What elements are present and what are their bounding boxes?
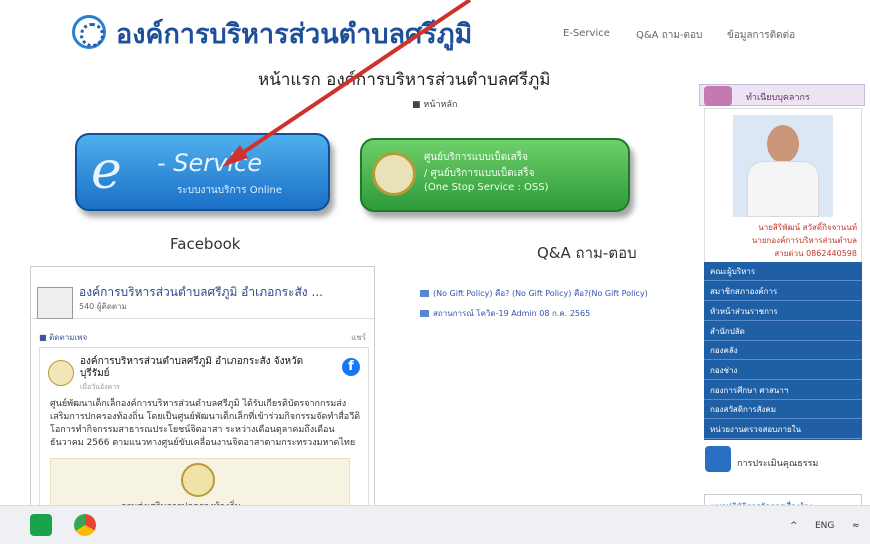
oss-line-1: ศูนย์บริการแบบเบ็ดเสร็จ	[424, 152, 528, 163]
nav-eservice[interactable]: E-Service	[563, 28, 610, 39]
page-title: หน้าแรก องค์การบริหารส่วนตำบลศรีภูมิ	[258, 70, 551, 90]
post-author[interactable]: องค์การบริหารส่วนตำบลศรีภูมิ อำเภอกระสัง…	[80, 356, 310, 380]
qa-item-text: สถานการณ์ โควิด-19 Admin 08 ก.ค. 2565	[433, 309, 591, 318]
post-body: ศูนย์พัฒนาเด็กเล็กองค์การบริหารส่วนตำบลศ…	[50, 399, 361, 448]
chat-icon	[420, 290, 429, 297]
executive-name: นายสิริพัฒน์ สวัสดิ์กิจจานนท์	[758, 223, 857, 232]
tray-chevron-icon[interactable]: ^	[790, 521, 798, 531]
person-uniform	[747, 161, 819, 217]
oss-button[interactable]: ศูนย์บริการแบบเบ็ดเสร็จ / ศูนย์บริการแบบ…	[360, 138, 630, 212]
post-time: เมื่อวันอังคาร	[80, 383, 120, 391]
facebook-share-button[interactable]: แชร์	[351, 331, 366, 344]
eservice-letter: e	[91, 141, 122, 201]
sidebar-item-audit[interactable]: หน่วยงานตรวจสอบภายใน	[704, 420, 862, 439]
computer-icon	[705, 446, 731, 472]
chat-app-icon[interactable]	[30, 514, 52, 536]
eservice-title: - Service	[157, 149, 262, 177]
oss-line-3: (One Stop Service : OSS)	[424, 182, 549, 193]
eservice-button[interactable]: e - Service ระบบงานบริการ Online	[75, 133, 330, 211]
integrity-evaluation-label: การประเมินคุณธรรม	[737, 459, 819, 469]
sidebar-item-education[interactable]: กองการศึกษา ศาสนาฯ	[704, 381, 862, 400]
sidebar-header: ทำเนียบบุคลากร	[699, 84, 865, 106]
facebook-follow-label: ติดตามเพจ	[49, 333, 88, 342]
site-logo-icon[interactable]	[72, 15, 106, 49]
facebook-post: องค์การบริหารส่วนตำบลศรีภูมิ อำเภอกระสัง…	[39, 347, 369, 513]
executive-phone: สายด่วน 0862440598	[774, 249, 857, 258]
sidebar-item-council[interactable]: สมาชิกสภาองค์การ	[704, 282, 862, 301]
executive-title: นายกองค์การบริหารส่วนตำบล	[751, 236, 857, 245]
sidebar-item-heads[interactable]: หัวหน้าส่วนราชการ	[704, 302, 862, 321]
qa-item[interactable]: (No Gift Policy) คือ? (No Gift Policy) ค…	[420, 287, 648, 300]
facebook-heading: Facebook	[170, 235, 241, 253]
nav-contact[interactable]: ข้อมูลการติดต่อ	[727, 28, 795, 43]
eservice-subtitle: ระบบงานบริการ Online	[177, 185, 282, 196]
emblem-icon	[181, 463, 215, 497]
taskbar: ^ ENG ≈	[0, 505, 870, 544]
person-head	[767, 125, 799, 163]
facebook-page-header[interactable]: องค์การบริหารส่วนตำบลศรีภูมิ อำเภอกระสัง…	[31, 267, 374, 319]
post-avatar[interactable]	[48, 360, 74, 386]
facebook-page-avatar[interactable]	[37, 287, 73, 319]
chat-icon	[420, 310, 429, 317]
facebook-logo-icon[interactable]: f	[342, 358, 360, 376]
sidebar-menu: คณะผู้บริหาร สมาชิกสภาองค์การ หัวหน้าส่ว…	[704, 262, 862, 440]
qa-item[interactable]: สถานการณ์ โควิด-19 Admin 08 ก.ค. 2565	[420, 307, 590, 320]
sidebar-item-executives[interactable]: คณะผู้บริหาร	[704, 262, 862, 281]
facebook-icon: ■	[39, 333, 47, 342]
sidebar-item-finance[interactable]: กองคลัง	[704, 341, 862, 360]
sidebar-item-engineering[interactable]: กองช่าง	[704, 361, 862, 380]
language-indicator[interactable]: ENG	[815, 521, 834, 531]
wifi-icon[interactable]: ≈	[852, 521, 860, 531]
integrity-evaluation-link[interactable]: การประเมินคุณธรรม	[699, 446, 865, 474]
sidebar-item-welfare[interactable]: กองสวัสดิการสังคม	[704, 400, 862, 419]
chrome-icon[interactable]	[74, 514, 96, 536]
breadcrumb[interactable]: ■ หน้าหลัก	[412, 97, 457, 111]
sidebar-item-office[interactable]: สำนักปลัด	[704, 322, 862, 341]
qa-heading: Q&A ถาม-ตอบ	[537, 244, 637, 262]
executive-photo[interactable]	[733, 115, 833, 217]
site-title[interactable]: องค์การบริหารส่วนตำบลศรีภูมิ	[116, 12, 472, 55]
site-header: องค์การบริหารส่วนตำบลศรีภูมิ E-Service Q…	[0, 0, 870, 62]
emblem-icon	[372, 152, 416, 196]
qa-item-text: (No Gift Policy) คือ? (No Gift Policy) ค…	[433, 289, 648, 298]
nav-qa[interactable]: Q&A ถาม-ตอบ	[636, 28, 702, 43]
oss-line-2: / ศูนย์บริการแบบเบ็ดเสร็จ	[424, 168, 535, 179]
sidebar-header-label: ทำเนียบบุคลากร	[746, 93, 810, 103]
home-icon: ■	[412, 100, 421, 110]
facebook-widget: องค์การบริหารส่วนตำบลศรีภูมิ อำเภอกระสัง…	[30, 266, 375, 514]
people-icon	[704, 86, 732, 106]
breadcrumb-home[interactable]: หน้าหลัก	[423, 100, 457, 110]
facebook-follow-button[interactable]: ■ ติดตามเพจ	[39, 331, 87, 344]
facebook-followers: 540 ผู้ติดตาม	[79, 302, 127, 311]
